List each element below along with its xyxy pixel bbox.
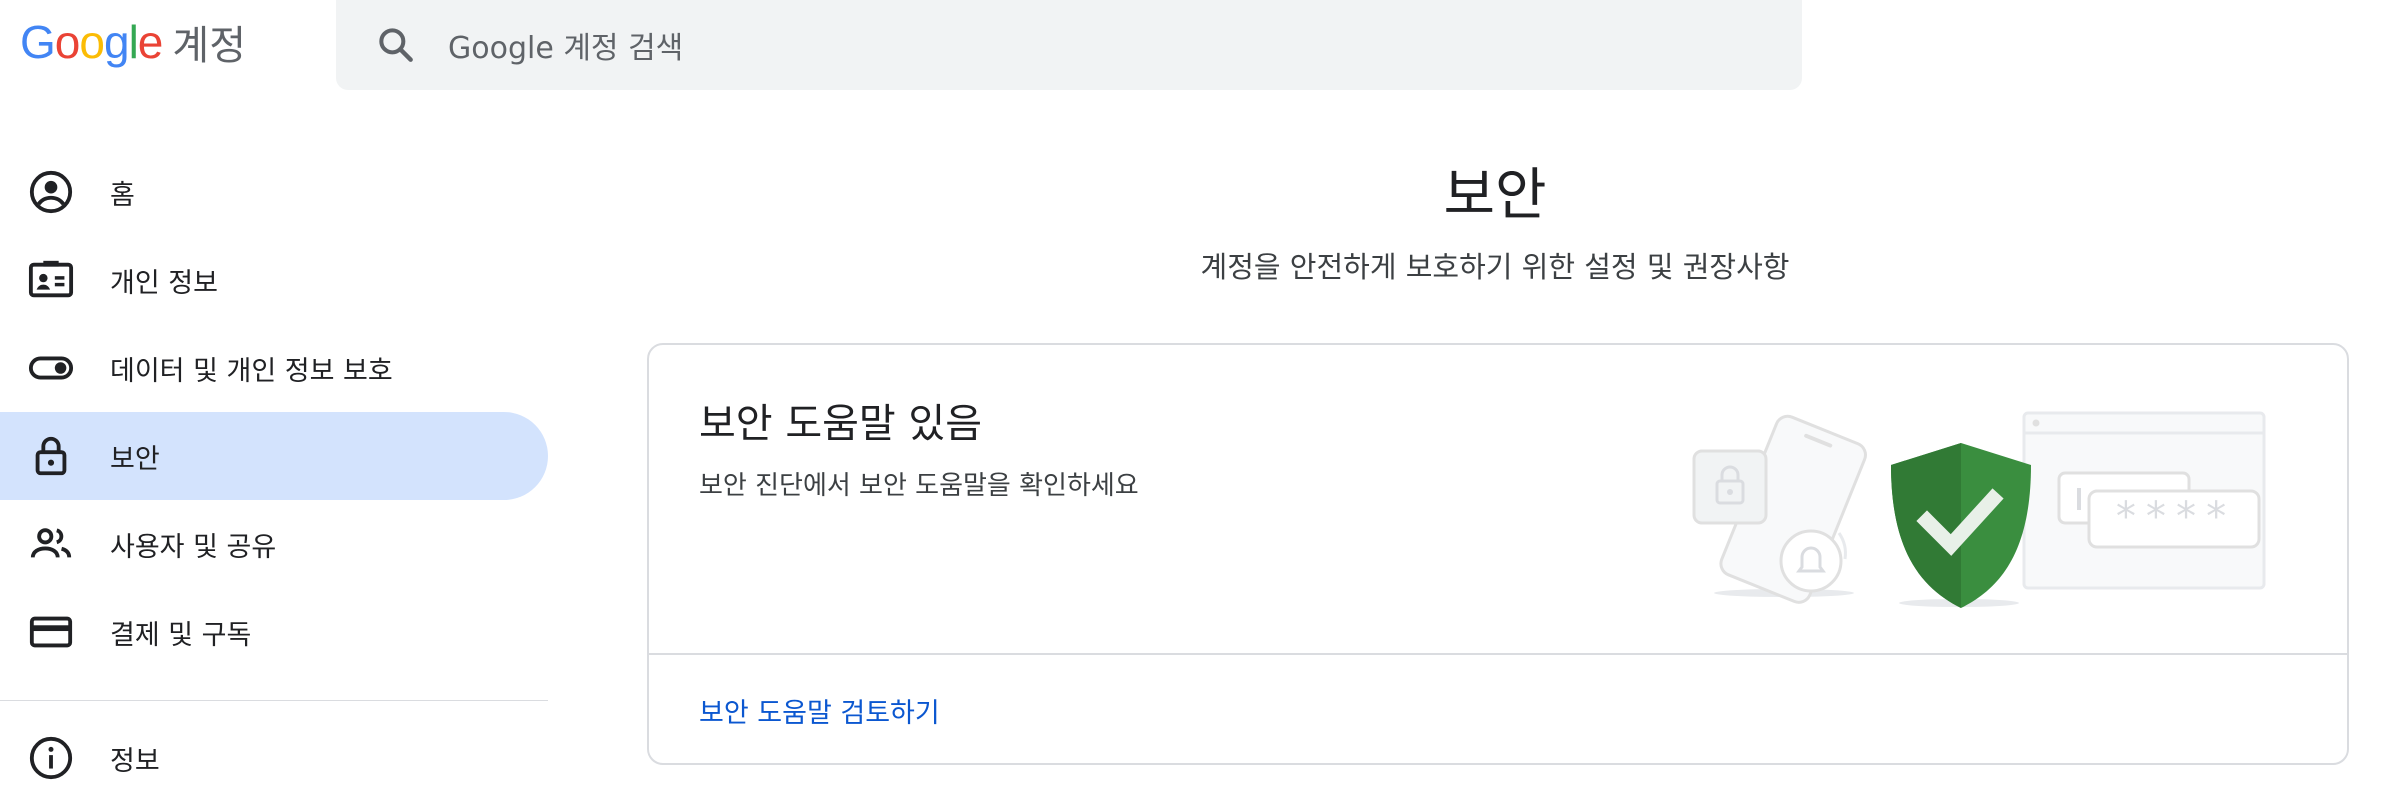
card-description: 보안 진단에서 보안 도움말을 확인하세요 xyxy=(699,471,1139,501)
sidebar-item-label: 결제 및 구독 xyxy=(110,619,252,651)
page-title: 보안 xyxy=(1443,163,1547,228)
google-account-logo[interactable]: Google 계정 xyxy=(20,14,246,70)
lock-icon xyxy=(28,433,74,479)
info-icon xyxy=(28,735,74,781)
sidebar-item-label: 데이터 및 개인 정보 보호 xyxy=(110,355,393,387)
sidebar-item-label: 정보 xyxy=(110,745,160,777)
sidebar-item-home[interactable]: 홈 xyxy=(0,148,548,236)
brand-suffix: 계정 xyxy=(172,23,246,69)
people-icon xyxy=(28,521,74,567)
security-tips-card: 보안 도움말 있음 보안 진단에서 보안 도움말을 확인하세요 **** 보안 … xyxy=(647,343,2349,765)
card-divider xyxy=(649,653,2347,655)
sidebar-item-people-sharing[interactable]: 사용자 및 공유 xyxy=(0,500,548,588)
sidebar-item-about[interactable]: 정보 xyxy=(0,714,548,802)
page-subtitle: 계정을 안전하게 보호하기 위한 설정 및 권장사항 xyxy=(1200,250,1790,284)
toggle-icon xyxy=(28,345,74,391)
sidebar-item-label: 보안 xyxy=(110,443,160,475)
account-circle-icon xyxy=(28,169,74,215)
security-illustration: **** xyxy=(1692,411,2266,608)
svg-text:****: **** xyxy=(2114,494,2234,540)
sidebar-divider xyxy=(0,700,548,701)
lock-badge-icon xyxy=(1692,449,1768,525)
card-title: 보안 도움말 있음 xyxy=(699,401,983,447)
review-security-tips-link[interactable]: 보안 도움말 검토하기 xyxy=(699,691,940,730)
google-logo: Google xyxy=(20,16,163,68)
sidebar-item-payments[interactable]: 결제 및 구독 xyxy=(0,588,548,676)
sidebar-item-label: 개인 정보 xyxy=(110,267,218,299)
sidebar-item-personal-info[interactable]: 개인 정보 xyxy=(0,236,548,324)
search-input[interactable]: Google 계정 검색 xyxy=(448,23,683,67)
search-bar[interactable]: Google 계정 검색 xyxy=(336,0,1802,90)
sidebar-item-data-privacy[interactable]: 데이터 및 개인 정보 보호 xyxy=(0,324,548,412)
bell-icon xyxy=(1779,529,1843,593)
sidebar-item-security[interactable]: 보안 xyxy=(0,412,548,500)
search-icon[interactable] xyxy=(374,23,418,67)
sidebar-item-label: 홈 xyxy=(110,179,135,211)
id-card-icon xyxy=(28,257,74,303)
credit-card-icon xyxy=(28,609,74,655)
sidebar-item-label: 사용자 및 공유 xyxy=(110,531,277,563)
shield-check-icon xyxy=(1891,443,2031,608)
